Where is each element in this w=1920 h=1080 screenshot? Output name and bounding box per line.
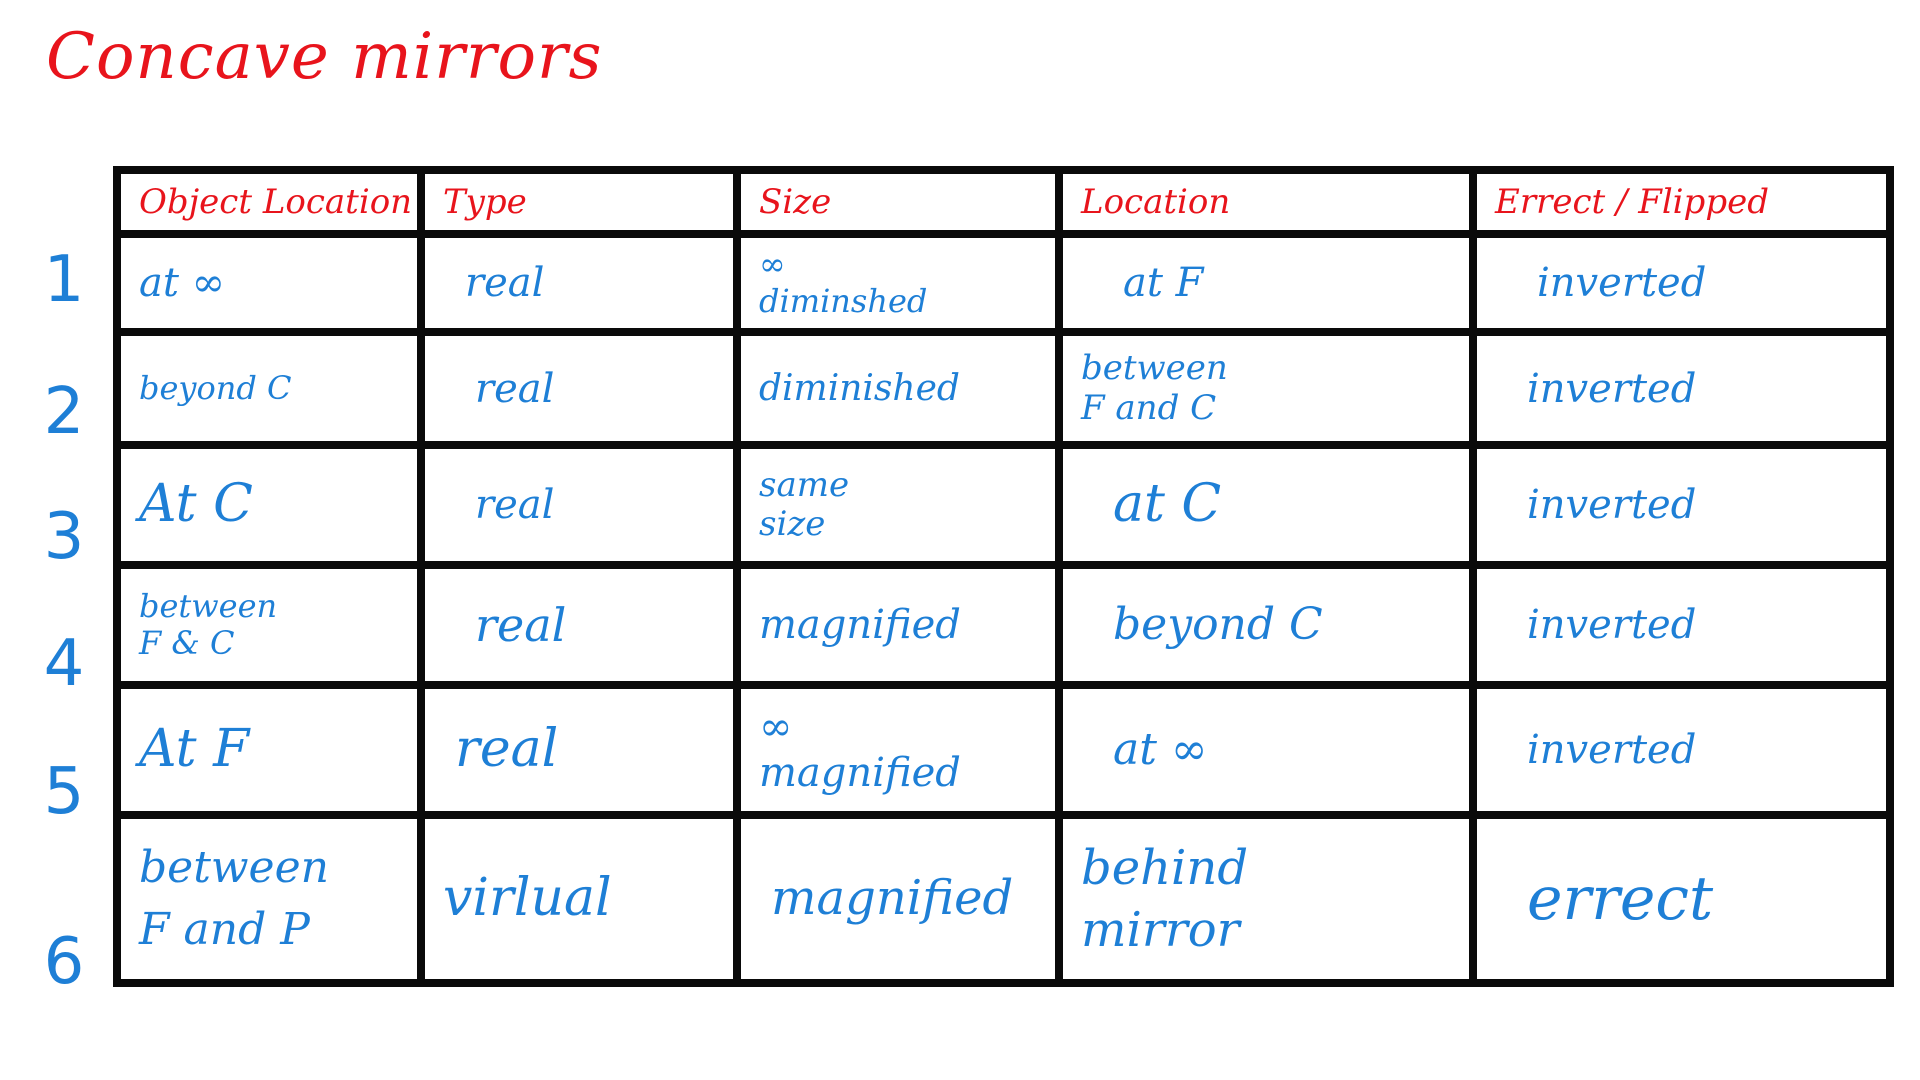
cell-object-location: between F & C (113, 561, 425, 689)
row-number: 3 (43, 500, 85, 574)
cell-location: at ∞ (1055, 681, 1477, 819)
cell-type: real (417, 681, 741, 819)
cell-location: at C (1055, 441, 1477, 569)
cell-location: beyond C (1055, 561, 1477, 689)
cell-location: between F and C (1055, 328, 1477, 449)
cell-object-location: beyond C (113, 328, 425, 449)
header-object-location: Object Location (113, 166, 425, 238)
row-number: 5 (43, 755, 85, 829)
cell-size: magnified (733, 811, 1063, 987)
header-type: Type (417, 166, 741, 238)
row-number: 4 (43, 627, 85, 701)
cell-errect-flipped: inverted (1469, 230, 1894, 336)
table-row: between F & C real magnified beyond C in… (113, 561, 1894, 689)
cell-size: ∞ magnified (733, 681, 1063, 819)
cell-size: ∞ diminshed (733, 230, 1063, 336)
cell-errect-flipped: inverted (1469, 561, 1894, 689)
mirror-table: Object Location Type Size Location Errec… (113, 166, 1894, 987)
cell-errect-flipped: inverted (1469, 441, 1894, 569)
header-location: Location (1055, 166, 1477, 238)
cell-type: real (417, 328, 741, 449)
page-title: Concave mirrors (46, 20, 603, 94)
cell-type: virlual (417, 811, 741, 987)
header-errect-flipped: Errect / Flipped (1469, 166, 1894, 238)
row-number: 2 (43, 375, 85, 449)
cell-type: real (417, 561, 741, 689)
cell-size: magnified (733, 561, 1063, 689)
table-row: between F and P virlual magnified behind… (113, 811, 1894, 987)
cell-errect-flipped: inverted (1469, 328, 1894, 449)
cell-object-location: between F and P (113, 811, 425, 987)
cell-errect-flipped: errect (1469, 811, 1894, 987)
table-row: beyond C real diminished between F and C… (113, 328, 1894, 449)
cell-object-location: At F (113, 681, 425, 819)
cell-size: diminished (733, 328, 1063, 449)
table-row: At F real ∞ magnified at ∞ inverted (113, 681, 1894, 819)
cell-size: same size (733, 441, 1063, 569)
cell-location: at F (1055, 230, 1477, 336)
cell-type: real (417, 230, 741, 336)
cell-location: behind mirror (1055, 811, 1477, 987)
table-header-row: Object Location Type Size Location Errec… (113, 166, 1894, 238)
cell-object-location: At C (113, 441, 425, 569)
table-row: At C real same size at C inverted (113, 441, 1894, 569)
cell-type: real (417, 441, 741, 569)
cell-errect-flipped: inverted (1469, 681, 1894, 819)
header-size: Size (733, 166, 1063, 238)
row-number: 1 (43, 243, 85, 317)
table-row: at ∞ real ∞ diminshed at F inverted (113, 230, 1894, 336)
cell-object-location: at ∞ (113, 230, 425, 336)
row-number: 6 (43, 925, 85, 999)
